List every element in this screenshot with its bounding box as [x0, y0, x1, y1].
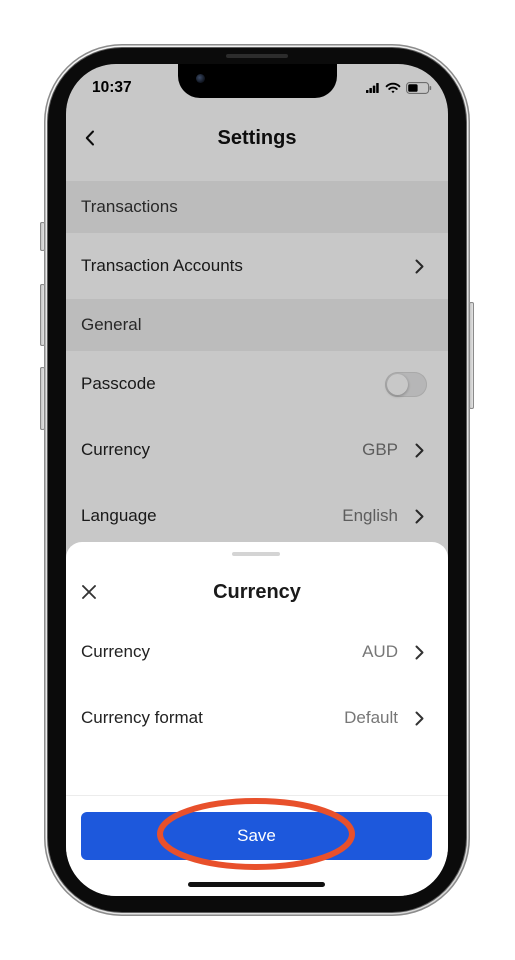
close-icon [82, 585, 96, 599]
notch [178, 64, 337, 98]
silent-switch [40, 222, 45, 251]
sheet-row-currency[interactable]: Currency AUD [66, 619, 448, 685]
highlight-ellipse [157, 798, 355, 870]
row-value: AUD [362, 642, 398, 661]
chevron-right-icon [415, 711, 424, 725]
volume-down-button [40, 367, 45, 430]
front-camera [196, 74, 205, 83]
phone-screen: 10:37 Settings Transactions Transaction … [66, 64, 448, 896]
home-indicator [188, 882, 325, 887]
close-button[interactable] [77, 580, 101, 604]
speaker-grille [226, 54, 288, 58]
sheet-grabber[interactable] [232, 552, 280, 556]
row-label: Currency [81, 642, 150, 661]
row-label: Currency format [81, 708, 203, 727]
row-value: Default [344, 708, 398, 727]
sheet-title: Currency [213, 581, 301, 603]
chevron-right-icon [415, 645, 424, 659]
power-button [469, 302, 474, 409]
highlight-ellipse-stroke [157, 798, 355, 870]
volume-up-button [40, 284, 45, 346]
sheet-row-currency-format[interactable]: Currency format Default [66, 685, 448, 751]
